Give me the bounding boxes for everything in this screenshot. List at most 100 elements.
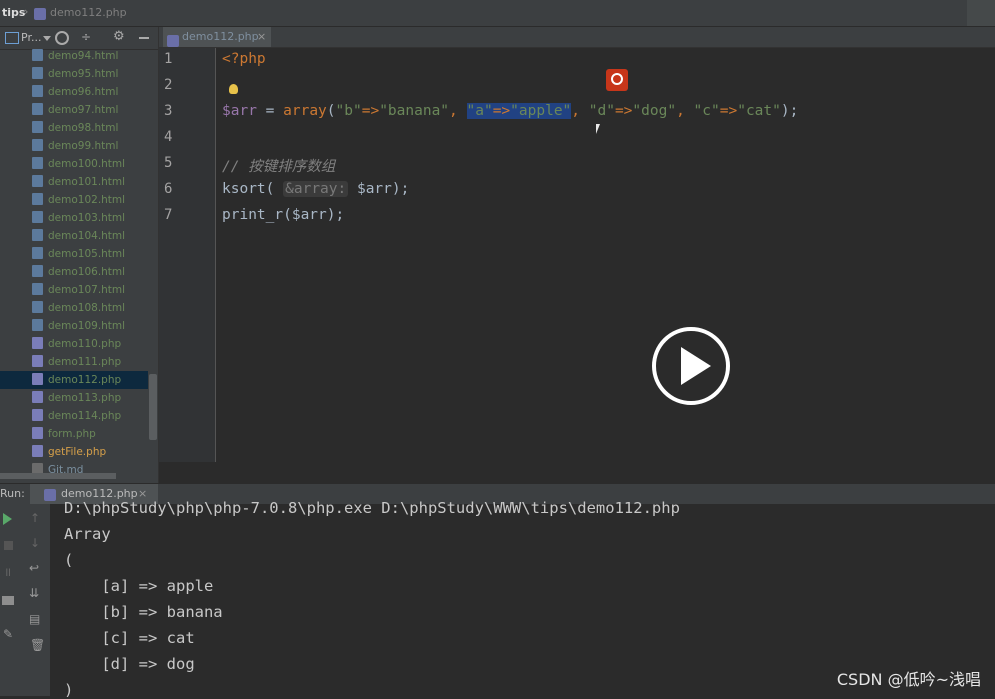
project-hscrollbar[interactable] — [0, 473, 116, 479]
trash-icon[interactable]: 🗑 — [30, 638, 45, 652]
tree-item[interactable]: demo96.html — [32, 83, 118, 101]
code-token: "banana" — [379, 103, 450, 119]
code-token: print_r — [222, 207, 284, 223]
tree-item[interactable]: demo101.html — [32, 173, 125, 191]
code-token: "cat" — [737, 103, 781, 119]
code-token: , — [449, 103, 467, 119]
tab-demo112[interactable]: demo112.php × — [163, 27, 271, 47]
code-token: ( — [283, 207, 292, 223]
layout-icon[interactable] — [2, 596, 14, 605]
code-token: $arr — [348, 181, 392, 197]
php-file-icon — [32, 337, 43, 349]
tree-item-label: demo109.html — [48, 320, 126, 332]
rerun-icon[interactable] — [3, 513, 12, 525]
line-number: 6 — [164, 181, 173, 197]
tree-item[interactable]: demo114.php — [32, 407, 121, 425]
html-file-icon — [32, 265, 43, 277]
collapse-all-icon[interactable]: ÷ — [81, 30, 91, 44]
tree-item[interactable]: demo108.html — [32, 299, 125, 317]
php-file-icon — [34, 7, 46, 20]
close-icon[interactable]: × — [257, 27, 266, 47]
tree-item[interactable]: demo104.html — [32, 227, 125, 245]
console-line: [a] => apple — [64, 577, 214, 595]
tree-item[interactable]: form.php — [32, 425, 96, 443]
watermark: CSDN @低吟~浅唱 — [836, 670, 981, 689]
minimize-icon[interactable] — [139, 37, 149, 39]
pin-icon[interactable]: ✎ — [3, 627, 13, 641]
code-token: "b" — [335, 103, 362, 119]
breadcrumb-root[interactable]: tips — [2, 6, 25, 19]
project-icon[interactable] — [5, 32, 19, 44]
video-play-button[interactable] — [652, 327, 730, 405]
tree-item[interactable]: demo103.html — [32, 209, 125, 227]
html-file-icon — [32, 247, 43, 259]
code-token: "a" — [466, 103, 493, 119]
code-line-6[interactable]: ksort( &array: $arr); — [222, 181, 409, 197]
tree-item[interactable]: demo110.php — [32, 335, 121, 353]
php-file-icon — [32, 427, 43, 439]
search-badge-icon[interactable] — [606, 69, 628, 91]
arrow-up-icon[interactable]: ↑ — [30, 511, 40, 525]
console-line: ( — [64, 551, 74, 569]
code-line-1[interactable]: <?php — [222, 51, 266, 67]
tree-item[interactable]: demo97.html — [32, 101, 118, 119]
console-line: [d] => dog — [64, 655, 195, 673]
console-line: [c] => cat — [64, 629, 195, 647]
html-file-icon — [32, 175, 43, 187]
tree-item[interactable]: getFile.php — [32, 443, 106, 461]
breadcrumb-separator: › — [24, 5, 29, 18]
intention-bulb-icon[interactable] — [229, 84, 238, 94]
tree-item[interactable]: demo99.html — [32, 137, 118, 155]
stop-icon[interactable] — [4, 541, 13, 550]
navigation-breadcrumb: tips › demo112.php — [0, 0, 995, 27]
tree-item-label: demo105.html — [48, 248, 126, 260]
console-line: Array — [64, 525, 111, 543]
scroll-end-icon[interactable]: ⇊ — [29, 586, 39, 600]
breadcrumb-file[interactable]: demo112.php — [50, 6, 127, 19]
tree-item-label: form.php — [48, 428, 96, 440]
pause-icon[interactable]: ॥ — [4, 563, 11, 580]
tree-item[interactable]: demo112.php — [32, 371, 121, 389]
line-number: 3 — [164, 103, 173, 119]
console-line: ) — [64, 681, 74, 699]
tree-item[interactable]: demo95.html — [32, 65, 118, 83]
wrap-icon[interactable]: ↩ — [29, 561, 39, 575]
tree-item[interactable]: demo109.html — [32, 317, 125, 335]
locate-icon[interactable] — [55, 31, 69, 45]
code-token: => — [361, 103, 380, 119]
tree-item[interactable]: demo113.php — [32, 389, 121, 407]
project-title[interactable]: Pr... — [21, 31, 41, 44]
code-token: = — [256, 103, 284, 119]
php-file-icon — [44, 488, 56, 501]
tree-item[interactable]: demo105.html — [32, 245, 125, 263]
tree-item[interactable]: demo100.html — [32, 155, 125, 173]
php-file-icon — [32, 355, 43, 367]
mouse-cursor-icon — [596, 124, 600, 134]
code-line-7[interactable]: print_r($arr); — [222, 207, 344, 223]
chevron-down-icon[interactable] — [43, 36, 51, 41]
tree-item[interactable]: demo107.html — [32, 281, 125, 299]
project-scrollbar[interactable] — [149, 374, 157, 440]
tree-item-label: demo94.html — [48, 50, 119, 62]
print-icon[interactable]: ▤ — [29, 612, 40, 626]
parameter-hint: &array: — [283, 181, 349, 197]
code-comment: // 按键排序数组 — [222, 159, 336, 175]
code-token: , — [676, 103, 694, 119]
code-line-3[interactable]: $arr = array("b"=>"banana", "a"=>"apple"… — [222, 103, 798, 119]
code-line-5[interactable]: // 按键排序数组 — [222, 155, 335, 176]
code-token: $arr — [291, 207, 327, 223]
code-token: $arr — [222, 103, 257, 119]
tree-item[interactable]: demo111.php — [32, 353, 121, 371]
code-token: , — [571, 103, 589, 119]
gear-icon[interactable]: ⚙ — [113, 29, 125, 44]
tree-item[interactable]: demo106.html — [32, 263, 125, 281]
tree-item-label: demo104.html — [48, 230, 126, 242]
tree-item[interactable]: demo102.html — [32, 191, 125, 209]
tree-item[interactable]: demo94.html — [32, 47, 118, 65]
html-file-icon — [32, 157, 43, 169]
tree-item[interactable]: demo98.html — [32, 119, 118, 137]
tab-label: demo112.php — [182, 30, 259, 43]
php-file-icon — [32, 391, 43, 403]
play-icon — [681, 347, 711, 385]
arrow-down-icon[interactable]: ↓ — [30, 536, 40, 550]
